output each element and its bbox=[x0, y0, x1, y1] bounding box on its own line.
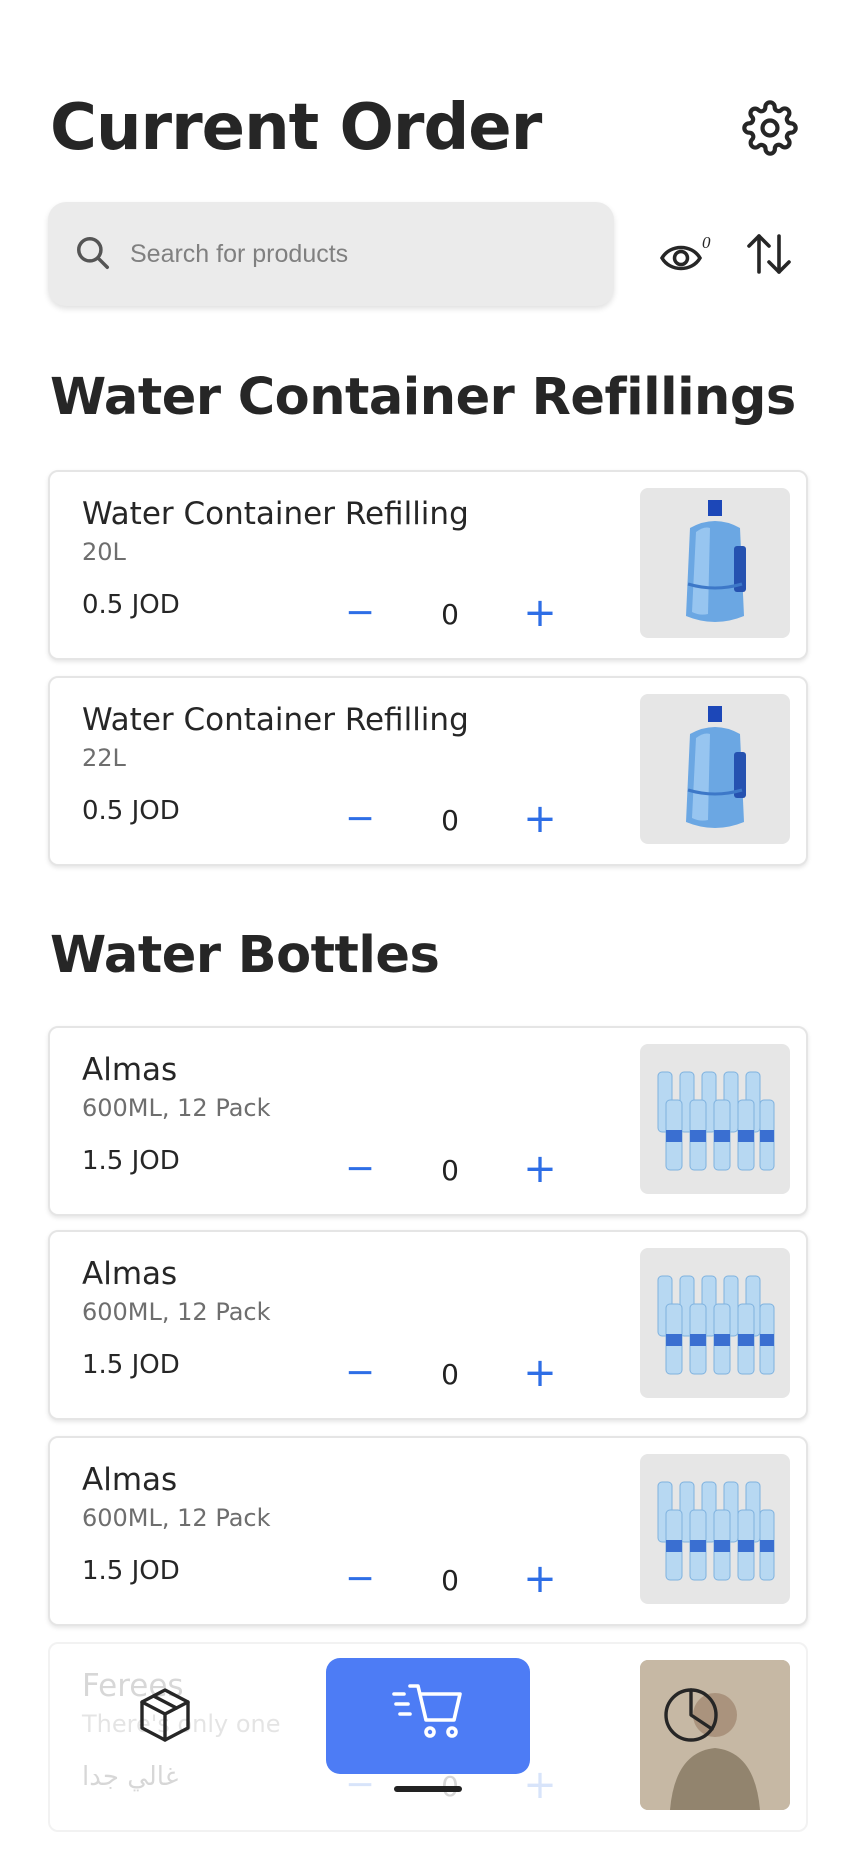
quantity-stepper: − 0 + bbox=[330, 588, 590, 638]
bottle-pack-image bbox=[640, 1454, 790, 1604]
product-size: 600ML, 12 Pack bbox=[82, 1298, 271, 1326]
quantity-value: 0 bbox=[441, 1564, 459, 1597]
search-input[interactable] bbox=[130, 228, 590, 280]
product-card[interactable]: Almas 600ML, 12 Pack 1.5 JOD − 0 + bbox=[48, 1436, 808, 1626]
bottle-pack-image bbox=[640, 1248, 790, 1398]
cart-button[interactable] bbox=[326, 1658, 530, 1774]
product-price: 1.5 JOD bbox=[82, 1350, 180, 1380]
eye-icon: 0 bbox=[659, 233, 711, 271]
product-size: 20L bbox=[82, 538, 126, 566]
decrease-quantity-button[interactable]: − bbox=[330, 1144, 390, 1194]
section-title-bottles: Water Bottles bbox=[50, 926, 440, 985]
product-price: 1.5 JOD bbox=[82, 1556, 180, 1586]
decrease-quantity-button[interactable]: − bbox=[330, 794, 390, 844]
cart-icon bbox=[392, 1684, 462, 1738]
product-size: 600ML, 12 Pack bbox=[82, 1504, 271, 1532]
search-row: 0 bbox=[48, 202, 808, 306]
decrease-quantity-button[interactable]: − bbox=[330, 588, 390, 638]
water-jug-image bbox=[640, 694, 790, 844]
sort-icon[interactable] bbox=[744, 228, 794, 280]
product-name: Almas bbox=[82, 1256, 178, 1292]
search-icon bbox=[77, 237, 109, 269]
product-name: Almas bbox=[82, 1052, 178, 1088]
box-icon[interactable] bbox=[134, 1684, 196, 1746]
quantity-stepper: − 0 + bbox=[330, 1144, 590, 1194]
product-card[interactable]: Almas 600ML, 12 Pack 1.5 JOD − 0 + bbox=[48, 1026, 808, 1216]
product-name: Almas bbox=[82, 1462, 178, 1498]
product-size: 22L bbox=[82, 744, 126, 772]
quantity-stepper: − 0 + bbox=[330, 1554, 590, 1604]
bottle-pack-image bbox=[640, 1044, 790, 1194]
page-title: Current Order bbox=[50, 91, 542, 165]
product-price: 1.5 JOD bbox=[82, 1146, 180, 1176]
quantity-value: 0 bbox=[441, 804, 459, 837]
product-price: 0.5 JOD bbox=[82, 796, 180, 826]
pie-chart-icon[interactable] bbox=[660, 1684, 722, 1746]
section-title-refillings: Water Container Refillings bbox=[50, 368, 796, 427]
product-name: Water Container Refilling bbox=[82, 702, 469, 738]
header: Current Order bbox=[50, 88, 806, 168]
quantity-value: 0 bbox=[441, 598, 459, 631]
quantity-value: 0 bbox=[441, 1358, 459, 1391]
home-indicator bbox=[394, 1786, 462, 1792]
product-price: 0.5 JOD bbox=[82, 590, 180, 620]
increase-quantity-button[interactable]: + bbox=[510, 588, 570, 638]
water-jug-image bbox=[640, 488, 790, 638]
quantity-value: 0 bbox=[441, 1154, 459, 1187]
search-box[interactable] bbox=[48, 202, 614, 306]
quantity-stepper: − 0 + bbox=[330, 794, 590, 844]
gear-icon[interactable] bbox=[742, 100, 798, 156]
quantity-stepper: − 0 + bbox=[330, 1348, 590, 1398]
increase-quantity-button[interactable]: + bbox=[510, 1348, 570, 1398]
increase-quantity-button[interactable]: + bbox=[510, 1554, 570, 1604]
visibility-toggle-button[interactable]: 0 bbox=[658, 230, 714, 280]
increase-quantity-button[interactable]: + bbox=[510, 794, 570, 844]
product-card[interactable]: Water Container Refilling 20L 0.5 JOD − … bbox=[48, 470, 808, 660]
product-price: غالي جدا bbox=[82, 1762, 179, 1792]
decrease-quantity-button[interactable]: − bbox=[330, 1554, 390, 1604]
decrease-quantity-button[interactable]: − bbox=[330, 1348, 390, 1398]
product-name: Water Container Refilling bbox=[82, 496, 469, 532]
visibility-count: 0 bbox=[702, 233, 711, 252]
increase-quantity-button[interactable]: + bbox=[510, 1144, 570, 1194]
product-card[interactable]: Water Container Refilling 22L 0.5 JOD − … bbox=[48, 676, 808, 866]
product-size: 600ML, 12 Pack bbox=[82, 1094, 271, 1122]
product-card[interactable]: Almas 600ML, 12 Pack 1.5 JOD − 0 + bbox=[48, 1230, 808, 1420]
